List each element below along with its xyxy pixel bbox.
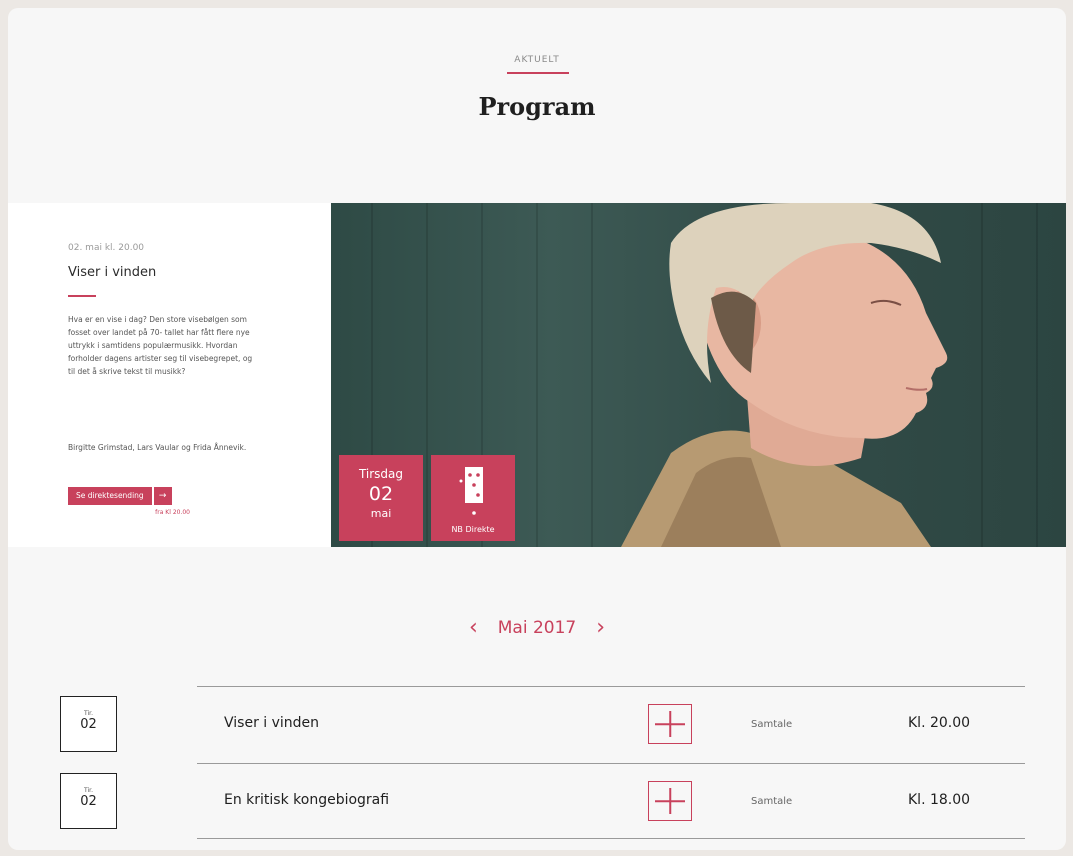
table-row[interactable]: Tir. 02 Viser i vinden Samtale Kl. 20.00 [8, 686, 1066, 762]
portrait-illustration [621, 203, 948, 547]
event-day: 02 [80, 794, 97, 809]
event-time: Kl. 20.00 [908, 715, 971, 731]
row-divider [197, 838, 1025, 839]
featured-date-time: 02. mai kl. 20.00 [68, 243, 145, 253]
featured-date-tile: Tirsdag 02 mai [339, 455, 423, 541]
nb-logo-icon [459, 467, 483, 515]
event-day: 02 [80, 717, 97, 732]
month-navigation: ‹ Mai 2017 › [8, 615, 1066, 640]
live-start-time: fra Kl 20.00 [155, 509, 190, 516]
watch-live-button[interactable]: Se direktesending → [68, 487, 172, 505]
curtain-fold [536, 203, 538, 547]
table-row[interactable]: Tir. 02 En kritisk kongebiografi Samtale… [8, 763, 1066, 839]
page-title: Program [478, 92, 596, 121]
nb-direkte-label: NB Direkte [451, 525, 495, 534]
kicker-underline [507, 72, 569, 74]
featured-participants: Birgitte Grimstad, Lars Vaular og Frida … [68, 443, 247, 452]
event-weekday: Tir. [84, 710, 93, 717]
date-tile-month: mai [370, 507, 392, 520]
curtain-fold [591, 203, 593, 547]
page-frame: AKTUELT Program 02. mai kl. 20.00 Viser … [8, 8, 1066, 850]
featured-title[interactable]: Viser i vinden [68, 265, 156, 280]
featured-event-card: 02. mai kl. 20.00 Viser i vinden Hva er … [8, 203, 331, 547]
event-title[interactable]: Viser i vinden [224, 715, 319, 731]
date-tile-day: 02 [368, 483, 394, 505]
featured-description: Hva er en vise i dag? Den store visebølg… [68, 315, 253, 376]
expand-plus-icon[interactable] [648, 781, 692, 821]
event-time: Kl. 18.00 [908, 792, 971, 808]
featured-divider [68, 295, 96, 297]
chevron-right-icon[interactable]: › [584, 615, 617, 640]
date-tile-weekday: Tirsdag [358, 467, 404, 481]
event-title[interactable]: En kritisk kongebiografi [224, 792, 389, 808]
watch-live-label[interactable]: Se direktesending [68, 487, 152, 505]
event-category: Samtale [751, 719, 793, 730]
section-kicker[interactable]: AKTUELT [8, 55, 1066, 65]
event-weekday: Tir. [84, 787, 93, 794]
arrow-right-icon[interactable]: → [153, 487, 172, 505]
curtain-fold [426, 203, 428, 547]
expand-plus-icon[interactable] [648, 704, 692, 744]
chevron-left-icon[interactable]: ‹ [457, 615, 490, 640]
nb-direkte-tile[interactable]: NB Direkte [431, 455, 515, 541]
event-category: Samtale [751, 796, 793, 807]
event-date-box: Tir. 02 [60, 773, 117, 829]
event-date-box: Tir. 02 [60, 696, 117, 752]
current-month-label: Mai 2017 [497, 617, 577, 638]
